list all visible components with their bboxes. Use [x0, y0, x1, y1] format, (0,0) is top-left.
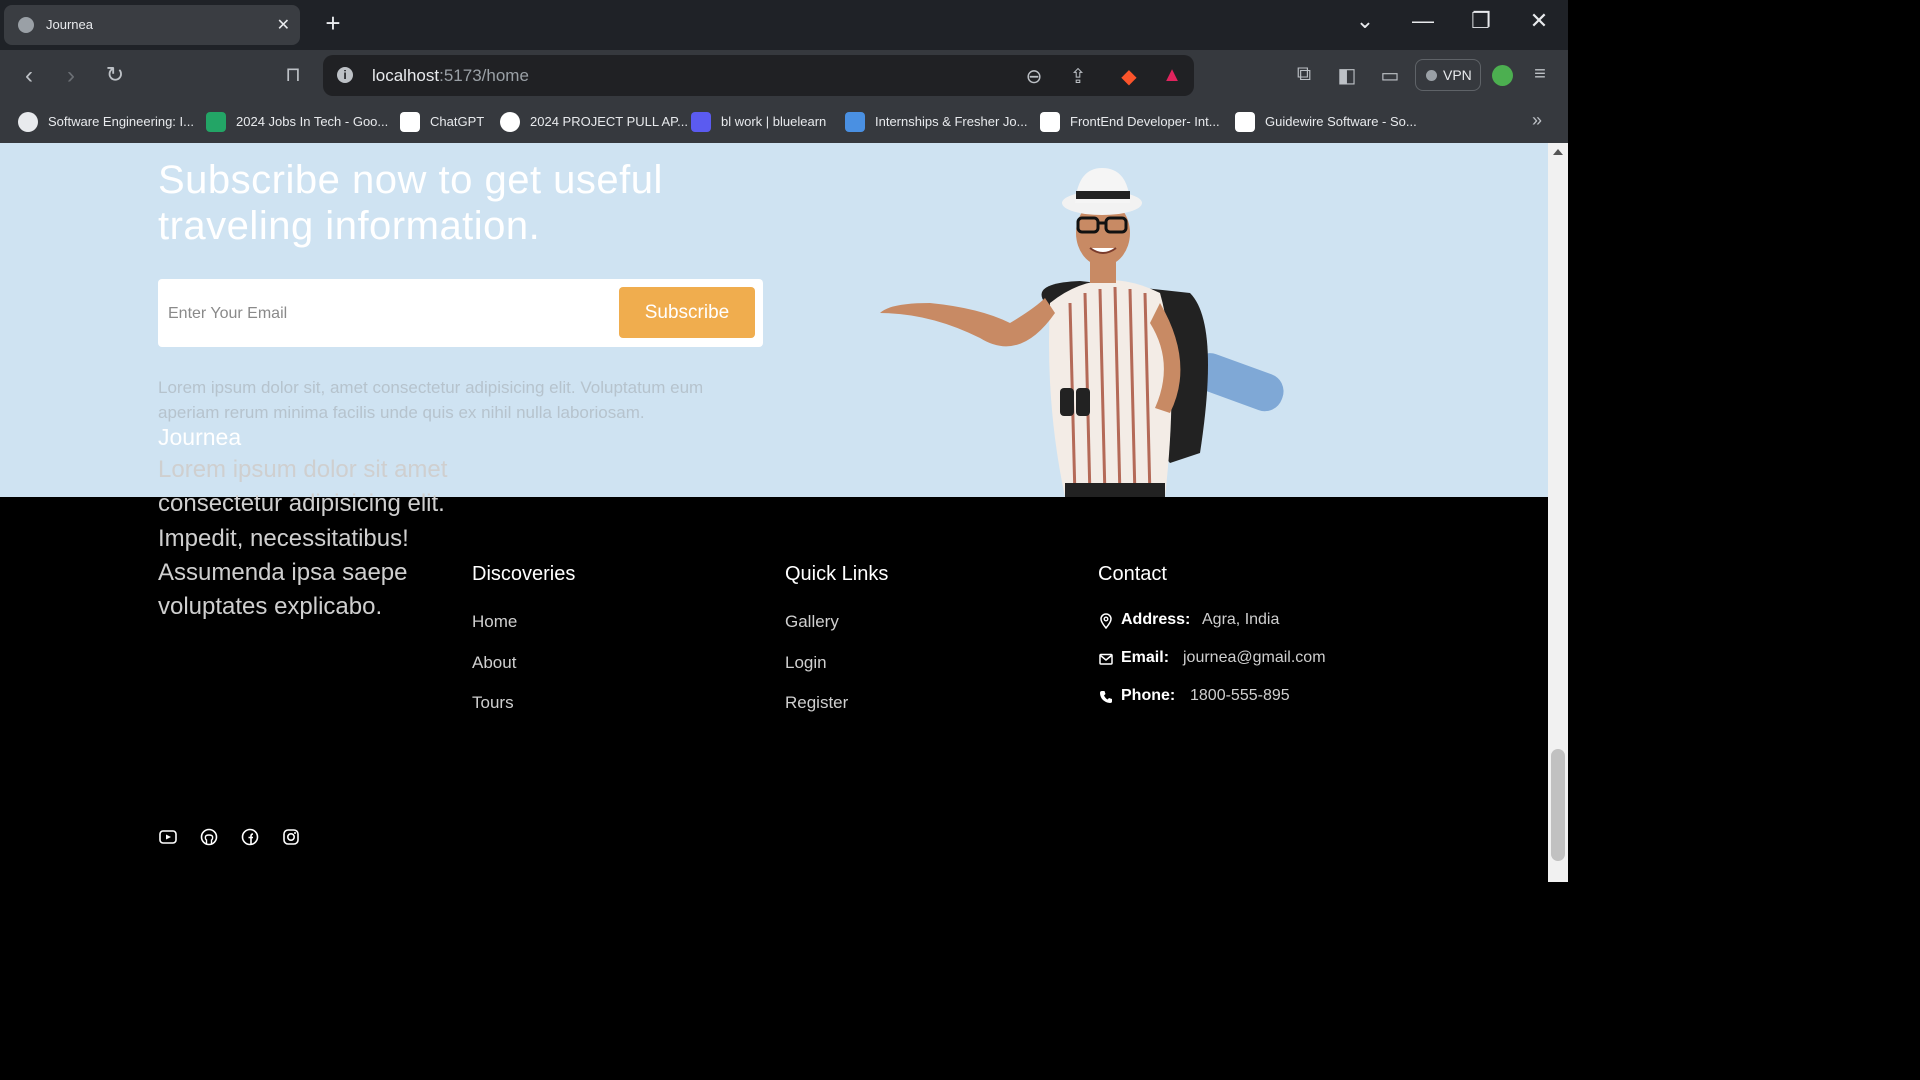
bookmark-item[interactable]: Guidewire Software - So...	[1265, 114, 1417, 129]
vpn-label: VPN	[1443, 67, 1472, 83]
contact-key: Phone:	[1121, 687, 1176, 704]
traveler-illustration	[880, 168, 1284, 497]
extensions-icon[interactable]: ⧉	[1290, 63, 1318, 86]
newsletter-description: Lorem ipsum dolor sit, amet consectetur …	[158, 378, 704, 422]
bookmarks-bar: Software Engineering: I... 2024 Jobs In …	[0, 102, 1568, 143]
sidebar-icon[interactable]: ◧	[1333, 63, 1361, 88]
menu-icon[interactable]: ≡	[1526, 63, 1554, 86]
contact-key: Address:	[1121, 611, 1191, 628]
bookmark-google-icon	[500, 112, 520, 132]
vpn-status-icon	[1426, 70, 1437, 81]
bookmark-globe-icon	[18, 112, 38, 132]
forward-icon[interactable]: ›	[56, 62, 86, 90]
vpn-button[interactable]: VPN	[1415, 59, 1481, 91]
newsletter-title: Subscribe now to get useful traveling in…	[158, 158, 663, 248]
bookmark-rocket-icon	[845, 112, 865, 132]
address-bar[interactable]: i localhost:5173/home ⊖ ⇪ ◆ ▲	[323, 55, 1194, 96]
zoom-icon[interactable]: ⊖	[1021, 64, 1047, 89]
page-viewport: Subscribe now to get useful traveling in…	[0, 143, 1548, 882]
scroll-up-arrow-icon[interactable]	[1553, 149, 1563, 155]
restore-icon[interactable]: ❐	[1461, 8, 1501, 34]
browser-tab-bar: Journea ✕ + ⌄ — ❐ ✕	[0, 0, 1568, 50]
brave-shield-icon[interactable]: ◆	[1116, 64, 1142, 89]
contact-value[interactable]: 1800-555-895	[1190, 687, 1290, 705]
new-tab-button[interactable]: +	[318, 8, 348, 39]
location-icon	[1100, 613, 1112, 629]
footer-about-text: Lorem ipsum dolor sit amet consectetur a…	[158, 456, 448, 621]
mail-icon	[1099, 653, 1113, 665]
reload-icon[interactable]: ↻	[100, 62, 130, 88]
tab-title: Journea	[46, 17, 93, 32]
bookmark-item[interactable]: Software Engineering: I...	[48, 114, 194, 129]
minimize-icon[interactable]: —	[1403, 8, 1443, 34]
instagram-icon[interactable]	[281, 827, 301, 847]
contact-value[interactable]: journea@gmail.com	[1183, 649, 1326, 667]
bookmark-pen-icon	[1235, 112, 1255, 132]
contact-key: Email:	[1121, 649, 1170, 666]
youtube-icon[interactable]	[158, 827, 178, 847]
browser-tab[interactable]: Journea ✕	[4, 5, 300, 45]
bookmark-item[interactable]: 2024 PROJECT PULL AP...	[530, 114, 688, 129]
bookmark-item[interactable]: 2024 Jobs In Tech - Goo...	[236, 114, 388, 129]
bookmark-bluelearn-icon	[691, 112, 711, 132]
tab-close-icon[interactable]: ✕	[277, 15, 290, 35]
footer-link-login[interactable]: Login	[785, 653, 827, 673]
phone-icon	[1100, 691, 1112, 703]
footer-link-register[interactable]: Register	[785, 693, 848, 713]
github-icon[interactable]	[199, 827, 219, 847]
scrollbar-thumb[interactable]	[1551, 749, 1565, 861]
newsletter-form: Subscribe	[158, 279, 763, 347]
bookmark-w-icon	[1040, 112, 1060, 132]
bookmark-icon[interactable]: ⊓	[278, 62, 308, 87]
contact-title: Contact	[1098, 563, 1167, 585]
subscribe-button[interactable]: Subscribe	[619, 287, 755, 338]
discoveries-title: Discoveries	[472, 563, 576, 585]
url-text[interactable]: localhost:5173/home	[372, 66, 529, 86]
back-icon[interactable]: ‹	[14, 62, 44, 90]
bookmark-item[interactable]: ChatGPT	[430, 114, 484, 129]
bookmark-sheets-icon	[206, 112, 226, 132]
bookmark-item[interactable]: bl work | bluelearn	[721, 114, 826, 129]
wallet-icon[interactable]: ▭	[1376, 63, 1404, 88]
close-window-icon[interactable]: ✕	[1519, 8, 1559, 34]
footer-link-about[interactable]: About	[472, 653, 516, 673]
email-input[interactable]	[166, 299, 610, 329]
site-info-icon[interactable]: i	[337, 67, 353, 83]
contact-value: Agra, India	[1202, 611, 1280, 628]
page-scrollbar[interactable]	[1548, 143, 1568, 882]
bookmark-item[interactable]: Internships & Fresher Jo...	[875, 114, 1027, 129]
bookmark-item[interactable]: FrontEnd Developer- Int...	[1070, 114, 1220, 129]
globe-icon	[18, 17, 34, 33]
url-host: localhost	[372, 66, 440, 85]
footer-link-tours[interactable]: Tours	[472, 693, 514, 713]
bookmark-chatgpt-icon	[400, 112, 420, 132]
bookmarks-overflow-icon[interactable]: »	[1532, 110, 1542, 131]
brave-rewards-icon[interactable]: ▲	[1159, 64, 1185, 87]
tab-search-icon[interactable]: ⌄	[1345, 8, 1385, 34]
footer-brand: Journea	[158, 424, 242, 450]
footer-link-gallery[interactable]: Gallery	[785, 612, 839, 632]
profile-avatar[interactable]	[1492, 65, 1513, 86]
quick-links-title: Quick Links	[785, 563, 889, 585]
share-icon[interactable]: ⇪	[1065, 64, 1091, 89]
url-path: :5173/home	[439, 66, 529, 85]
footer-link-home[interactable]: Home	[472, 612, 517, 632]
facebook-icon[interactable]	[240, 827, 260, 847]
